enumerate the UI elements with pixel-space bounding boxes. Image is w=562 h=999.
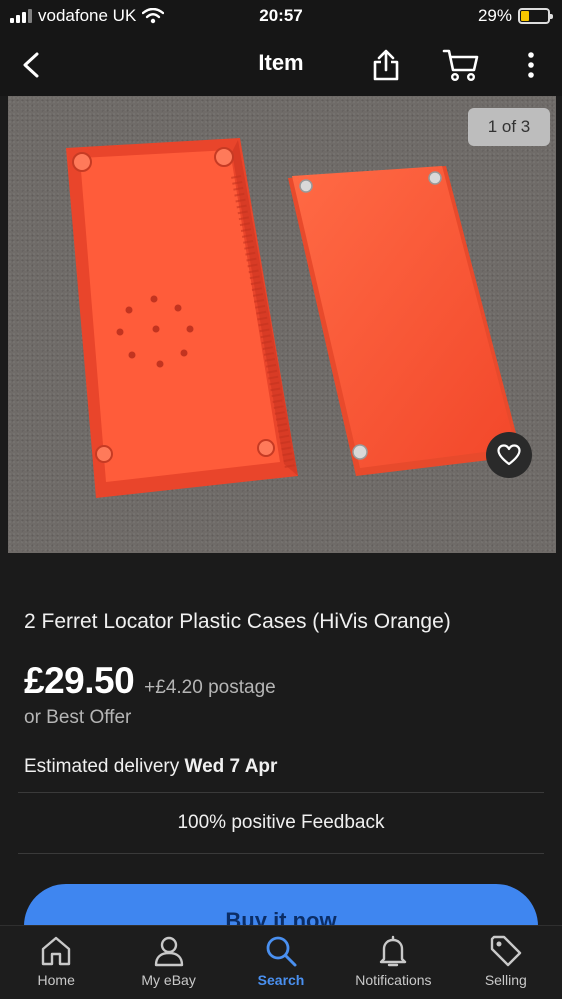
best-offer-label: or Best Offer [24,707,132,728]
tab-label: My eBay [141,972,196,988]
status-right: 29% [477,6,553,26]
product-photo [8,96,556,553]
item-price: £29.50 [24,660,135,701]
share-button[interactable] [365,44,407,86]
battery-percent: 29% [477,6,512,25]
price-row: £29.50 +£4.20 postage [24,660,276,702]
battery-fill [521,11,529,21]
status-bar: vodafone UK 20:57 29% [0,0,562,34]
item-title: 2 Ferret Locator Plastic Cases (HiVis Or… [24,610,451,633]
more-vertical-icon [528,52,534,78]
watch-button[interactable] [486,432,532,478]
share-icon [373,49,399,81]
postage-cost: +£4.20 postage [144,677,276,698]
image-counter-badge: 1 of 3 [468,108,550,146]
tab-bar: Home My eBay Search Notifications Sellin… [0,925,562,999]
tab-selling[interactable]: Selling [450,926,562,999]
tab-home[interactable]: Home [0,926,112,999]
tab-search[interactable]: Search [225,926,337,999]
battery-icon [518,8,553,24]
tab-label: Selling [484,972,527,988]
bell-icon [380,935,407,967]
delivery-date: Wed 7 Apr [184,756,278,777]
product-image-gallery[interactable]: 1 of 3 [0,96,562,553]
divider [18,853,544,854]
tag-icon [490,935,522,967]
cart-button[interactable] [440,44,482,86]
estimated-delivery: Estimated delivery Wed 7 Apr [24,756,277,778]
search-icon [266,936,297,967]
delivery-label: Estimated delivery [24,756,185,777]
seller-feedback[interactable]: 100% positive Feedback [0,812,562,834]
cart-icon [442,49,479,82]
divider [18,792,544,793]
tab-label: Search [257,972,305,988]
heart-icon [497,444,521,466]
more-button[interactable] [510,44,552,86]
orange-cases-image [66,138,522,498]
tab-label: Notifications [355,972,432,988]
tab-label: Home [37,972,75,988]
nav-bar: Item [0,34,562,96]
tab-notifications[interactable]: Notifications [337,926,449,999]
person-icon [154,936,183,967]
home-icon [42,936,71,966]
tab-my-ebay[interactable]: My eBay [112,926,224,999]
